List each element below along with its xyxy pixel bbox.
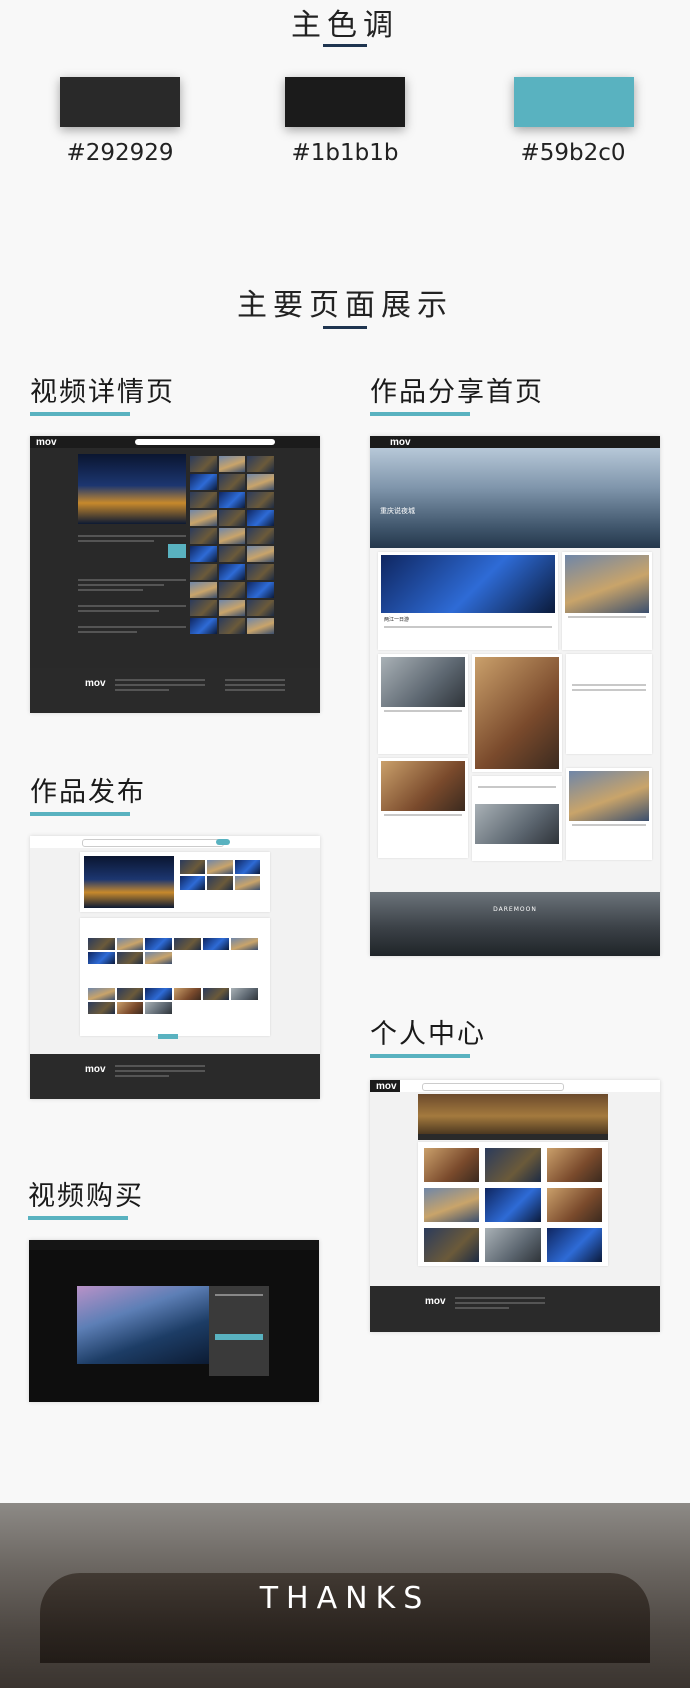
wh-logo: mov bbox=[390, 437, 411, 448]
vd-topbar: mov bbox=[30, 436, 320, 448]
works-publish-screenshot: mov bbox=[30, 836, 320, 1099]
vd-comment-list bbox=[78, 576, 186, 666]
wh-card-6 bbox=[378, 758, 468, 858]
colors-section-title: 主色调 bbox=[291, 8, 399, 43]
video-detail-underline bbox=[30, 412, 130, 416]
wp-topbar bbox=[30, 836, 320, 848]
vd-search-bar bbox=[135, 439, 275, 445]
swatch-1b1b1b bbox=[285, 77, 405, 127]
vd-comments bbox=[78, 532, 186, 572]
wh-card-4 bbox=[472, 654, 562, 772]
wp-materials-card bbox=[80, 918, 270, 1036]
wp-footer: mov bbox=[30, 1054, 320, 1099]
swatch-label-292929: #292929 bbox=[66, 140, 174, 166]
vd-footer: mov bbox=[30, 668, 320, 713]
wp-footer-logo: mov bbox=[85, 1064, 106, 1075]
vd-related-grid bbox=[190, 456, 274, 634]
vd-logo: mov bbox=[36, 437, 57, 448]
pc-works-grid bbox=[418, 1142, 608, 1266]
vp-purchase-dialog bbox=[209, 1286, 269, 1376]
video-detail-screenshot: mov mov bbox=[30, 436, 320, 713]
vp-topbar bbox=[29, 1240, 319, 1250]
swatch-label-1b1b1b: #1b1b1b bbox=[291, 140, 399, 166]
swatch-292929 bbox=[60, 77, 180, 127]
wh-banner-text: 重庆说夜城 bbox=[380, 507, 415, 515]
wh-footer-brand: DAREMOON bbox=[493, 906, 537, 913]
wh-footer: DAREMOON bbox=[370, 892, 660, 956]
works-home-underline bbox=[370, 412, 470, 416]
works-publish-underline bbox=[30, 812, 130, 816]
pc-cover bbox=[418, 1094, 608, 1138]
video-purchase-screenshot bbox=[29, 1240, 319, 1402]
wh-card-1: 两江一日游 bbox=[378, 552, 558, 650]
video-purchase-underline bbox=[28, 1216, 128, 1220]
works-home-screenshot: mov 重庆说夜城 两江一日游 DAREMOON bbox=[370, 436, 660, 956]
vd-footer-logo: mov bbox=[85, 678, 106, 689]
pc-logo: mov bbox=[376, 1081, 397, 1092]
wh-card-8 bbox=[566, 768, 652, 860]
wh-banner: 重庆说夜城 bbox=[370, 448, 660, 548]
wh-card-7 bbox=[472, 776, 562, 861]
pc-topbar: mov bbox=[370, 1080, 660, 1092]
works-home-title: 作品分享首页 bbox=[370, 377, 544, 408]
wh-card-2 bbox=[562, 552, 652, 650]
vp-buy-button bbox=[215, 1334, 263, 1340]
wh-card-5 bbox=[566, 654, 652, 754]
personal-center-screenshot: mov mov bbox=[370, 1080, 660, 1332]
thanks-text: THANKS bbox=[259, 1581, 431, 1616]
wh-card-3 bbox=[378, 654, 468, 754]
swatch-label-59b2c0: #59b2c0 bbox=[520, 140, 626, 166]
wh-topbar: mov bbox=[370, 436, 660, 448]
pages-title-underline bbox=[323, 326, 367, 329]
vp-video-preview bbox=[77, 1286, 209, 1364]
wp-upload-card bbox=[80, 852, 270, 912]
wp-submit-button bbox=[158, 1034, 178, 1039]
personal-center-title: 个人中心 bbox=[370, 1019, 486, 1050]
pc-footer-logo: mov bbox=[425, 1296, 446, 1307]
vd-video-player bbox=[78, 454, 186, 524]
swatch-59b2c0 bbox=[514, 77, 634, 127]
personal-center-underline bbox=[370, 1054, 470, 1058]
colors-title-underline bbox=[323, 44, 367, 47]
video-detail-title: 视频详情页 bbox=[30, 377, 175, 408]
pages-section-title: 主要页面展示 bbox=[237, 288, 453, 323]
pc-tabs bbox=[418, 1134, 608, 1140]
video-purchase-title: 视频购买 bbox=[28, 1181, 144, 1212]
works-publish-title: 作品发布 bbox=[30, 777, 146, 808]
pc-footer: mov bbox=[370, 1286, 660, 1332]
thanks-banner: THANKS bbox=[0, 1503, 690, 1688]
